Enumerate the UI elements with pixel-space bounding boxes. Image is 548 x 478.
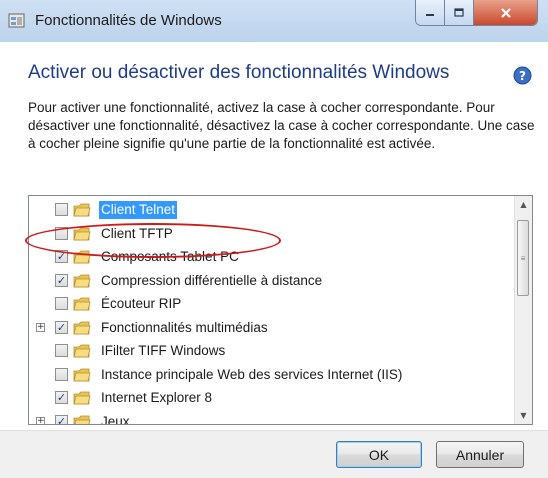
expand-icon[interactable]: + bbox=[36, 322, 45, 332]
feature-checkbox[interactable] bbox=[55, 226, 68, 240]
feature-label: Composants Tablet PC bbox=[101, 249, 239, 264]
feature-checkbox[interactable] bbox=[55, 344, 68, 357]
folder-icon bbox=[73, 368, 91, 381]
checkmark-icon: ✓ bbox=[56, 391, 67, 404]
feature-row[interactable]: + ✓ Fonctionnalités multimédias bbox=[29, 318, 516, 338]
ok-button[interactable]: OK bbox=[336, 441, 422, 468]
feature-checkbox[interactable] bbox=[55, 203, 68, 216]
expand-icon[interactable]: + bbox=[36, 416, 45, 424]
feature-row[interactable]: ✓ Composants Tablet PC bbox=[29, 247, 516, 267]
feature-checkbox[interactable] bbox=[55, 297, 68, 310]
checkmark-icon: ✓ bbox=[56, 250, 67, 263]
folder-icon bbox=[73, 391, 91, 405]
folder-icon bbox=[73, 415, 91, 424]
feature-checkbox[interactable]: ✓ bbox=[55, 414, 68, 425]
feature-row[interactable]: Client Telnet bbox=[29, 200, 516, 220]
window-controls bbox=[415, 0, 538, 26]
folder-icon bbox=[73, 297, 91, 311]
description-text: Pour activer une fonctionnalité, activez… bbox=[28, 100, 535, 151]
feature-checkbox[interactable]: ✓ bbox=[55, 391, 68, 404]
folder-icon bbox=[73, 344, 91, 358]
feature-label: IFilter TIFF Windows bbox=[101, 343, 226, 358]
feature-checkbox[interactable]: ✓ bbox=[55, 250, 68, 263]
dialog-footer: OK Annuler bbox=[0, 430, 548, 478]
scrollbar[interactable]: ▲ ≡ ▼ bbox=[514, 196, 532, 424]
minimize-icon bbox=[426, 13, 434, 16]
close-button[interactable] bbox=[474, 0, 537, 25]
window-title: Fonctionnalités de Windows bbox=[35, 12, 222, 29]
minimize-button[interactable] bbox=[416, 0, 445, 25]
folder-icon bbox=[73, 321, 91, 334]
maximize-button[interactable] bbox=[445, 0, 474, 25]
folder-icon bbox=[73, 274, 91, 287]
folder-icon bbox=[73, 203, 91, 217]
feature-checkbox[interactable]: ✓ bbox=[55, 320, 68, 334]
scroll-thumb[interactable]: ≡ bbox=[517, 220, 529, 296]
feature-row[interactable]: ✓ Compression différentielle à distance bbox=[29, 271, 516, 291]
scroll-down-icon[interactable]: ▼ bbox=[515, 407, 532, 424]
feature-row[interactable]: Écouteur RIP bbox=[29, 294, 516, 314]
feature-label: Instance principale Web des services Int… bbox=[101, 366, 403, 382]
feature-row[interactable]: Client TFTP bbox=[29, 224, 516, 244]
feature-row[interactable]: IFilter TIFF Windows bbox=[29, 341, 516, 361]
title-bar: Fonctionnalités de Windows bbox=[0, 0, 548, 42]
checkmark-icon: ✓ bbox=[56, 320, 67, 334]
main-panel: Activer ou désactiver des fonctionnalité… bbox=[0, 42, 548, 430]
feature-label: Jeux bbox=[101, 413, 130, 425]
page-title: Activer ou désactiver des fonctionnalité… bbox=[28, 62, 450, 83]
folder-icon bbox=[73, 250, 91, 264]
checkmark-icon: ✓ bbox=[56, 414, 67, 425]
feature-label: Fonctionnalités multimédias bbox=[101, 319, 268, 335]
close-icon bbox=[500, 7, 511, 18]
feature-label: Internet Explorer 8 bbox=[101, 390, 213, 405]
window-features-icon bbox=[8, 13, 25, 28]
checkmark-icon: ✓ bbox=[56, 273, 67, 287]
help-icon[interactable]: ? bbox=[513, 66, 532, 85]
feature-label: Client Telnet bbox=[99, 201, 178, 219]
feature-checkbox[interactable]: ✓ bbox=[55, 273, 68, 287]
feature-row[interactable]: ✓ Internet Explorer 8 bbox=[29, 388, 516, 408]
maximize-icon bbox=[454, 7, 464, 17]
feature-checkbox[interactable] bbox=[55, 367, 68, 381]
feature-label: Écouteur RIP bbox=[101, 296, 182, 311]
features-list[interactable]: ▲ ≡ ▼ Client Telnet Client TFTP ✓ Composant… bbox=[28, 195, 533, 425]
scroll-up-icon[interactable]: ▲ bbox=[515, 196, 532, 213]
feature-row[interactable]: Instance principale Web des services Int… bbox=[29, 365, 516, 385]
feature-label: Compression différentielle à distance bbox=[101, 272, 323, 288]
svg-text:?: ? bbox=[519, 69, 526, 83]
cancel-button[interactable]: Annuler bbox=[436, 441, 524, 468]
feature-label: Client TFTP bbox=[101, 225, 173, 241]
feature-row[interactable]: + ✓ Jeux bbox=[29, 412, 516, 425]
folder-icon bbox=[73, 227, 91, 240]
